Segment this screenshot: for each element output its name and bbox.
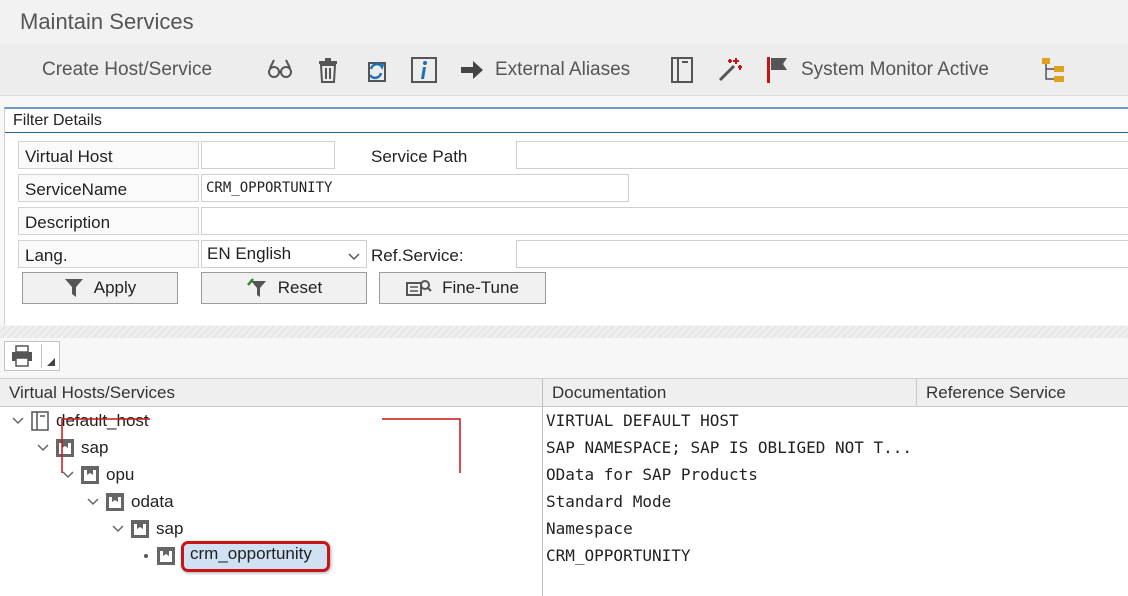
- annotation-overlay: [61, 418, 461, 473]
